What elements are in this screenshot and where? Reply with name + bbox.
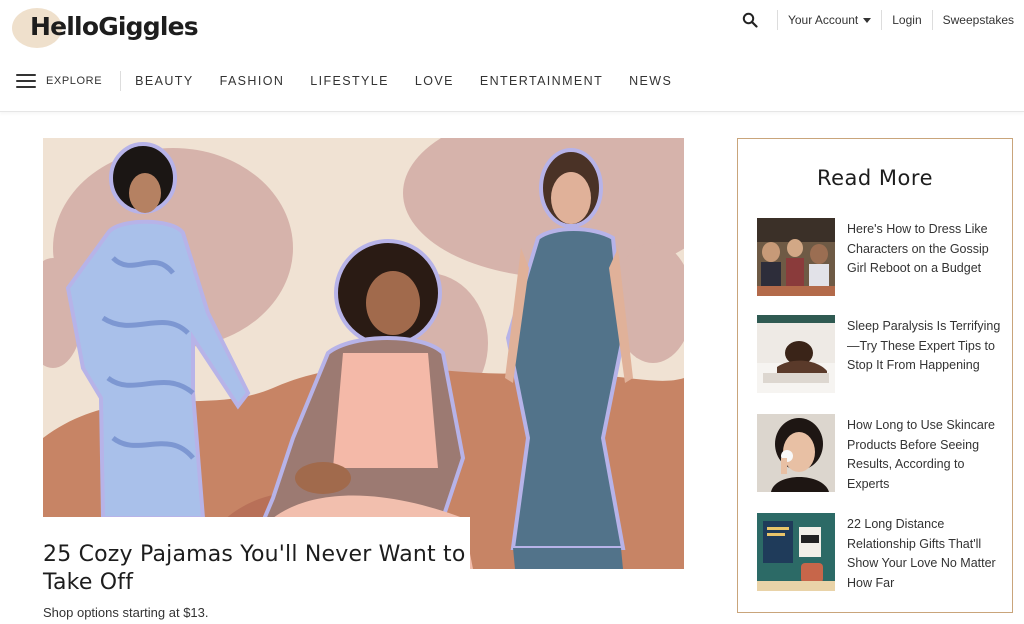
divider (776, 10, 778, 30)
article-thumbnail (757, 414, 835, 492)
article-title: Here's How to Dress Like Characters on t… (847, 222, 989, 275)
hero-headline[interactable]: 25 Cozy Pajamas You'll Never Want to Tak… (43, 541, 503, 597)
sweepstakes-link[interactable]: Sweepstakes (943, 13, 1014, 27)
nav-item-news[interactable]: NEWS (629, 74, 672, 88)
nav-item-fashion[interactable]: FASHION (220, 74, 285, 88)
divider (120, 71, 122, 91)
read-more-item[interactable]: 22 Long Distance Relationship Gifts That… (757, 513, 1002, 591)
nav-item-lifestyle[interactable]: LIFESTYLE (310, 74, 389, 88)
article-title: How Long to Use Skincare Products Before… (847, 418, 995, 491)
nav-item-beauty[interactable]: BEAUTY (135, 74, 193, 88)
account-bar: Your Account Login Sweepstakes (733, 9, 1014, 31)
divider (931, 10, 933, 30)
site-header: HelloGiggles Your Account Login Sweepsta… (0, 0, 1024, 112)
nav-item-love[interactable]: LOVE (415, 74, 454, 88)
article-thumbnail (757, 513, 835, 591)
read-more-title: Read More (816, 166, 933, 190)
your-account-menu[interactable]: Your Account (787, 13, 872, 27)
hamburger-menu-icon[interactable] (16, 74, 36, 88)
article-thumbnail (757, 218, 835, 296)
your-account-label: Your Account (787, 13, 859, 27)
article-title: Sleep Paralysis Is Terrifying—Try These … (847, 319, 1001, 372)
read-more-item[interactable]: Sleep Paralysis Is Terrifying—Try These … (757, 315, 1002, 393)
site-logo[interactable]: HelloGiggles (12, 6, 222, 48)
article-title: 22 Long Distance Relationship Gifts That… (847, 517, 996, 590)
explore-link[interactable]: EXPLORE (46, 75, 102, 87)
login-link[interactable]: Login (892, 13, 921, 27)
main-nav: EXPLORE BEAUTY FASHION LIFESTYLE LOVE EN… (16, 70, 698, 92)
hero-subtitle: Shop options starting at $13. (43, 605, 209, 620)
caret-down-icon (863, 18, 872, 23)
logo-text: HelloGiggles (30, 12, 199, 41)
nav-item-entertainment[interactable]: ENTERTAINMENT (480, 74, 603, 88)
search-icon[interactable] (733, 9, 767, 31)
read-more-item[interactable]: Here's How to Dress Like Characters on t… (757, 218, 1002, 296)
divider (881, 10, 883, 30)
article-thumbnail (757, 315, 835, 393)
read-more-panel: Read More Here's How to Dress Like Chara… (737, 138, 1013, 613)
read-more-item[interactable]: How Long to Use Skincare Products Before… (757, 414, 1002, 492)
hero-image[interactable] (43, 138, 684, 569)
